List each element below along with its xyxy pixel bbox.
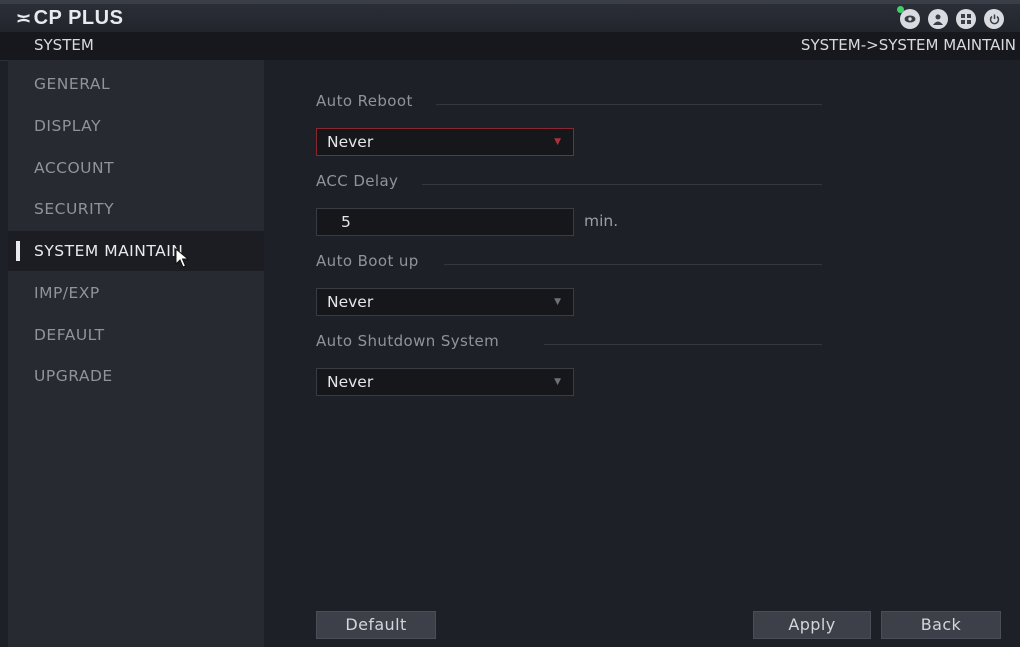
acc-delay-label: ACC Delay — [316, 172, 399, 190]
acc-delay-unit: min. — [584, 212, 619, 230]
breadcrumb: SYSTEM->SYSTEM MAINTAIN — [800, 36, 1016, 54]
power-icon[interactable] — [984, 9, 1004, 29]
logo-icon: ≍ — [16, 8, 32, 28]
auto-boot-up-label: Auto Boot up — [316, 252, 419, 270]
sidebar-item-default[interactable]: DEFAULT — [8, 315, 264, 355]
auto-shutdown-value: Never — [327, 373, 374, 391]
apply-button[interactable]: Apply — [753, 611, 871, 639]
chevron-down-icon: ▼ — [554, 297, 561, 307]
sidebar-item-label: SECURITY — [34, 200, 115, 218]
auto-reboot-value: Never — [327, 133, 374, 151]
divider — [444, 264, 822, 265]
sub-header: SYSTEM SYSTEM->SYSTEM MAINTAIN — [0, 32, 1020, 61]
sidebar-item-security[interactable]: SECURITY — [8, 189, 264, 229]
acc-delay-input[interactable]: 5 — [316, 208, 574, 236]
divider — [544, 344, 822, 345]
chevron-down-icon: ▼ — [554, 137, 561, 147]
status-dot — [897, 6, 904, 13]
live-view-icon[interactable] — [897, 6, 920, 29]
sidebar-item-display[interactable]: DISPLAY — [8, 106, 264, 146]
sidebar-item-label: IMP/EXP — [34, 284, 100, 302]
sidebar-item-system-maintain[interactable]: SYSTEM MAINTAIN — [8, 231, 264, 271]
user-icon[interactable] — [928, 9, 948, 29]
auto-reboot-select[interactable]: Never ▼ — [316, 128, 574, 156]
chevron-down-icon: ▼ — [554, 377, 561, 387]
title-bar: ≍ CP PLUS — [0, 0, 1020, 32]
back-button[interactable]: Back — [881, 611, 1001, 639]
sidebar-item-label: UPGRADE — [34, 367, 113, 385]
auto-boot-up-select[interactable]: Never ▼ — [316, 288, 574, 316]
menu-grid-icon[interactable] — [956, 9, 976, 29]
auto-reboot-label: Auto Reboot — [316, 92, 413, 110]
sidebar-item-general[interactable]: GENERAL — [8, 64, 264, 104]
mouse-cursor-icon — [175, 248, 189, 268]
brand-logo: ≍ CP PLUS — [16, 7, 123, 30]
auto-shutdown-select[interactable]: Never ▼ — [316, 368, 574, 396]
top-toolbar — [897, 6, 1004, 29]
sidebar: GENERAL DISPLAY ACCOUNT SECURITY SYSTEM … — [8, 60, 264, 647]
default-button[interactable]: Default — [316, 611, 436, 639]
divider — [422, 184, 822, 185]
active-marker — [16, 241, 20, 261]
divider — [436, 104, 822, 105]
main-panel: Auto Reboot Never ▼ ACC Delay 5 min. Aut… — [264, 60, 1020, 647]
sidebar-item-label: DEFAULT — [34, 326, 105, 344]
sidebar-item-label: DISPLAY — [34, 117, 102, 135]
auto-shutdown-label: Auto Shutdown System — [316, 332, 500, 350]
sidebar-item-imp-exp[interactable]: IMP/EXP — [8, 273, 264, 313]
acc-delay-value: 5 — [341, 213, 351, 231]
sidebar-item-account[interactable]: ACCOUNT — [8, 148, 264, 188]
section-title: SYSTEM — [34, 36, 94, 54]
sidebar-item-label: SYSTEM MAINTAIN — [34, 242, 184, 260]
brand-name: CP PLUS — [33, 7, 124, 29]
sidebar-item-label: GENERAL — [34, 75, 111, 93]
sidebar-item-upgrade[interactable]: UPGRADE — [8, 356, 264, 396]
sidebar-item-label: ACCOUNT — [34, 159, 115, 177]
auto-boot-up-value: Never — [327, 293, 374, 311]
